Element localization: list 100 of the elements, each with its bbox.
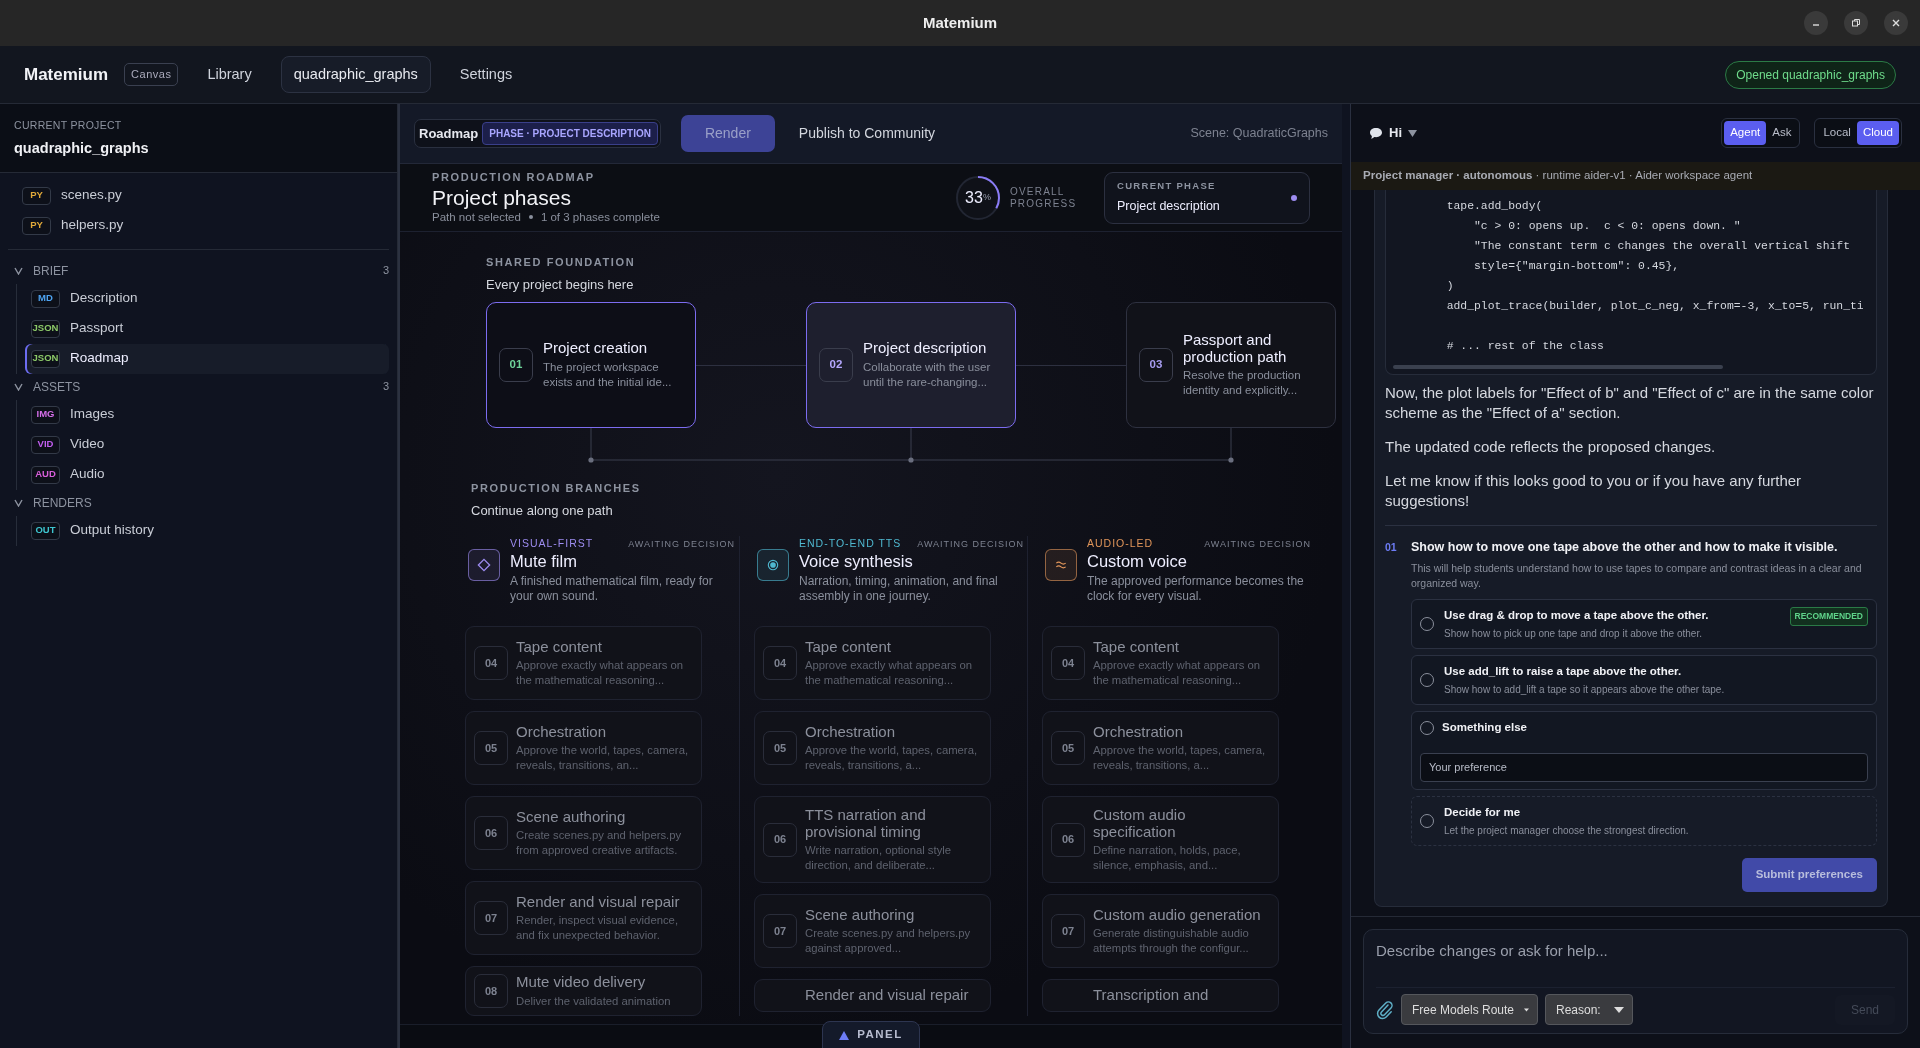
caret-icon xyxy=(1614,1006,1624,1013)
step-card[interactable]: 04 Tape content Approve exactly what appears on the mathematical reasoning... xyxy=(1042,626,1279,700)
item-count: 3 xyxy=(382,379,389,395)
minimize-button[interactable] xyxy=(1804,11,1828,35)
dropdown[interactable]: Reason: xyxy=(1545,994,1633,1025)
step-title: Transcription and xyxy=(1093,987,1209,1004)
segment-tab[interactable]: Ask xyxy=(1766,121,1798,145)
step-card[interactable]: 05 Orchestration Approve the world, tapes, camera, reveals, transitions, an... xyxy=(465,711,702,785)
step-description: Render, inspect visual evidence, and fix unexpected behavior. xyxy=(516,913,680,943)
path-tag: AUDIO-LED xyxy=(1087,536,1154,552)
nav-tab[interactable]: Library xyxy=(194,55,265,94)
section-eyebrow: PRODUCTION BRANCHES xyxy=(471,481,642,496)
phase-description: Resolve the production identity and explicitly... xyxy=(1183,368,1302,398)
section-title[interactable]: BRIEF xyxy=(33,261,69,280)
file-item[interactable]: JSON Roadmap xyxy=(25,343,389,374)
segment-tab[interactable]: Cloud xyxy=(1856,121,1899,145)
card-label: CURRENT PHASE xyxy=(1117,179,1217,193)
phase-count: 1 of 3 phases complete xyxy=(540,209,660,225)
phase-title: Passport and production path xyxy=(1183,332,1288,366)
project-name: quadraphic_graphs xyxy=(14,138,150,158)
section-title: Every project begins here xyxy=(486,275,635,294)
panel-toggle[interactable]: PANEL xyxy=(822,1021,920,1048)
nav-tab[interactable]: Settings xyxy=(446,55,526,94)
option-description: Show how to pick up one tape and drop it above the other. xyxy=(1444,627,1703,641)
wave-icon xyxy=(1045,549,1077,581)
phase-number: 02 xyxy=(819,348,853,382)
publish-link[interactable]: Publish to Community xyxy=(794,115,940,152)
phase-card[interactable]: 03 Passport and production path Resolve the production identity and explicitly... xyxy=(1126,302,1336,428)
nav-tab[interactable]: quadraphic_graphs xyxy=(280,55,431,94)
close-button[interactable] xyxy=(1884,11,1908,35)
path-title: Mute film xyxy=(510,551,578,572)
step-number: 07 xyxy=(474,901,508,935)
file-item[interactable]: JSON Passport xyxy=(25,313,389,344)
step-title: Custom audio specification xyxy=(1093,807,1187,840)
step-card[interactable]: 05 Orchestration Approve the world, tapes, camera, reveals, transitions, a... xyxy=(754,711,991,785)
submit-button[interactable]: Submit preferences xyxy=(1741,857,1877,892)
step-description: Deliver the validated animation xyxy=(516,993,671,1009)
phase-card[interactable]: 01 Project creation The project workspace exists and the initial ide... xyxy=(486,302,696,428)
recommended-tag: RECOMMENDED xyxy=(1789,606,1868,626)
option-description: Let the project manager choose the strongest direction. xyxy=(1444,823,1689,838)
step-title: Scene authoring xyxy=(516,808,627,826)
step-title: Tape content xyxy=(516,638,603,656)
step-title: Tape content xyxy=(1093,638,1180,656)
section-title[interactable]: ASSETS xyxy=(33,377,81,396)
path-tag: END-TO-END TTS xyxy=(799,536,902,552)
message-field[interactable]: Describe changes or ask for help... xyxy=(1376,938,1895,987)
chat-icon xyxy=(1369,126,1383,140)
step-card[interactable]: 06 Custom audio specification Define narration, holds, pace, silence, emphasis, and... xyxy=(1042,796,1279,884)
step-number: 08 xyxy=(474,974,508,1009)
step-card[interactable]: Render and visual repair xyxy=(754,979,991,1012)
file-item[interactable]: MD Description xyxy=(25,283,389,314)
step-card[interactable]: 04 Tape content Approve exactly what appears on the mathematical reasoning... xyxy=(754,626,991,700)
step-card[interactable]: 05 Orchestration Approve the world, tapes, camera, reveals, transitions, a... xyxy=(1042,711,1279,785)
section-title[interactable]: RENDERS xyxy=(33,493,92,512)
option-title: Use add_lift to raise a tape above the other. xyxy=(1444,664,1683,679)
app-brand: Matemium xyxy=(24,63,109,86)
step-card[interactable]: 06 Scene authoring Create scenes.py and helpers.py from approved creative artifacts. xyxy=(465,796,702,870)
dropdown[interactable]: Free Models Route xyxy=(1401,994,1538,1025)
step-card[interactable]: 08 Mute video delivery Deliver the validated animation xyxy=(465,966,702,1017)
step-description: Approve the world, tapes, camera, reveals, transitions, an... xyxy=(516,743,690,773)
step-card[interactable]: Transcription and xyxy=(1042,979,1279,1012)
step-number: 04 xyxy=(1051,646,1085,680)
file-item[interactable]: OUT Output history xyxy=(25,515,389,546)
caret-icon[interactable] xyxy=(1408,129,1417,137)
file-item[interactable]: PY helpers.py xyxy=(16,210,381,241)
phase-card[interactable]: 02 Project description Collaborate with the user until the rare-changing... xyxy=(806,302,1016,428)
phase-description: The project workspace exists and the initial ide... xyxy=(543,359,673,390)
caret-icon xyxy=(1524,1006,1529,1013)
segment-tab[interactable]: Local xyxy=(1817,121,1857,145)
file-item[interactable]: IMG Images xyxy=(25,399,389,430)
path-description: Narration, timing, animation, and final assembly in one journey. xyxy=(799,573,999,605)
restore-button[interactable] xyxy=(1844,11,1868,35)
path-title: Custom voice xyxy=(1087,551,1188,572)
file-item[interactable]: AUD Audio xyxy=(25,459,389,490)
step-card[interactable]: 07 Custom audio generation Generate distinguishable audio attempts through the configur... xyxy=(1042,894,1279,969)
file-type-tag: AUD xyxy=(31,465,60,484)
close-icon xyxy=(1891,18,1901,28)
phase-title: Project creation xyxy=(543,340,649,357)
step-card[interactable]: 07 Render and visual repair Render, inspect visual evidence, and fix unexpected behavior. xyxy=(465,881,702,955)
file-type-tag: JSON xyxy=(31,319,60,338)
file-item[interactable]: VID Video xyxy=(25,429,389,460)
step-card[interactable]: 06 TTS narration and provisional timing Write narration, optional style direction, and deliberate... xyxy=(754,796,991,884)
preference-field[interactable]: Your preference xyxy=(1420,752,1868,782)
path-status: Path not selected xyxy=(432,209,521,225)
message-text: Now, the plot labels for "Effect of b" and "Effect of c" are in the same color scheme as the "Effect of a" section. xyxy=(1385,383,1875,423)
step-title: Scene authoring xyxy=(805,906,916,924)
segment-tab[interactable]: Agent xyxy=(1724,121,1767,145)
target-icon xyxy=(757,549,789,581)
scrollbar[interactable] xyxy=(1393,365,1723,369)
step-number: 05 xyxy=(474,731,508,765)
phase-badge: PHASE · PROJECT DESCRIPTION xyxy=(482,122,658,145)
paperclip-icon[interactable] xyxy=(1376,999,1394,1020)
chat-title[interactable]: Hi xyxy=(1389,123,1402,143)
step-title: Render and visual repair xyxy=(516,893,681,911)
expand-icon xyxy=(839,1030,850,1040)
step-card[interactable]: 07 Scene authoring Create scenes.py and helpers.py against approved... xyxy=(754,894,991,969)
progress-unit: % xyxy=(982,190,991,202)
file-item[interactable]: PY scenes.py xyxy=(16,180,381,211)
path-description: A finished mathematical film, ready for your own sound. xyxy=(510,573,714,605)
step-card[interactable]: 04 Tape content Approve exactly what appears on the mathematical reasoning... xyxy=(465,626,702,700)
